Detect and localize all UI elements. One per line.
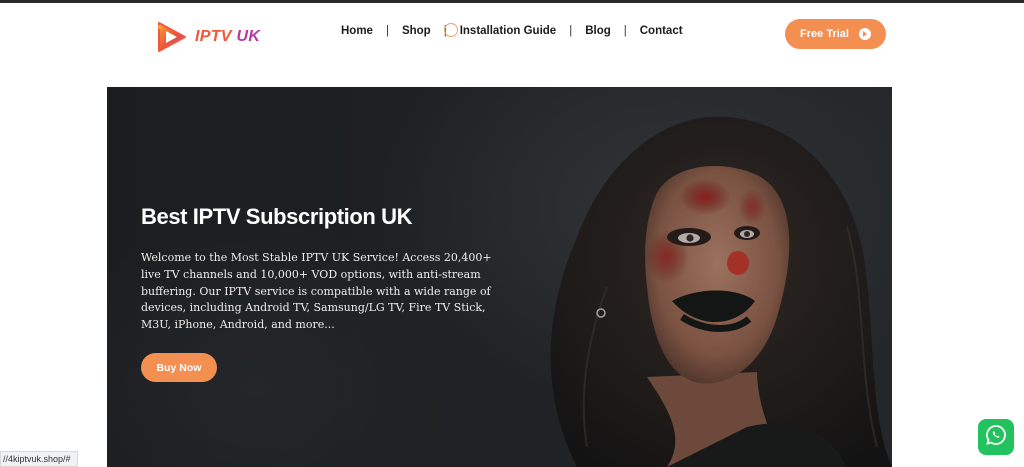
nav-separator: | bbox=[569, 25, 573, 37]
nav-item-blog[interactable]: Blog bbox=[585, 25, 611, 37]
nav-item-home[interactable]: Home bbox=[341, 25, 373, 37]
nav-item-installation-guide[interactable]: Installation Guide bbox=[460, 25, 556, 37]
play-logo-icon bbox=[155, 19, 189, 55]
status-bar-url: //4kiptvuk.shop/# bbox=[0, 451, 78, 467]
nav-item-shop[interactable]: Shop bbox=[402, 25, 431, 37]
cursor-ring-indicator bbox=[444, 23, 458, 37]
whatsapp-button[interactable] bbox=[978, 419, 1014, 455]
hero-banner: Best IPTV Subscription UK Welcome to the… bbox=[107, 87, 892, 467]
main-nav: Home | Shop | Installation Guide | Blog … bbox=[341, 25, 683, 37]
free-trial-button[interactable]: Free Trial bbox=[785, 19, 886, 49]
play-circle-icon bbox=[858, 28, 871, 40]
buy-now-button[interactable]: Buy Now bbox=[141, 353, 217, 382]
nav-separator: | bbox=[385, 25, 389, 37]
logo-text-iptv: IPTV bbox=[195, 28, 232, 45]
nav-item-contact[interactable]: Contact bbox=[640, 25, 683, 37]
site-header: IPTV UK Home | Shop | Installation Guide… bbox=[0, 3, 1024, 63]
logo-text-uk: UK bbox=[236, 28, 261, 45]
hero-description: Welcome to the Most Stable IPTV UK Servi… bbox=[141, 251, 492, 332]
whatsapp-icon bbox=[984, 423, 1008, 452]
logo-text: IPTV UK bbox=[195, 28, 260, 46]
free-trial-label: Free Trial bbox=[800, 28, 849, 40]
hero-title: Best IPTV Subscription UK bbox=[141, 204, 413, 229]
nav-separator: | bbox=[623, 25, 627, 37]
site-logo[interactable]: IPTV UK bbox=[155, 19, 260, 55]
